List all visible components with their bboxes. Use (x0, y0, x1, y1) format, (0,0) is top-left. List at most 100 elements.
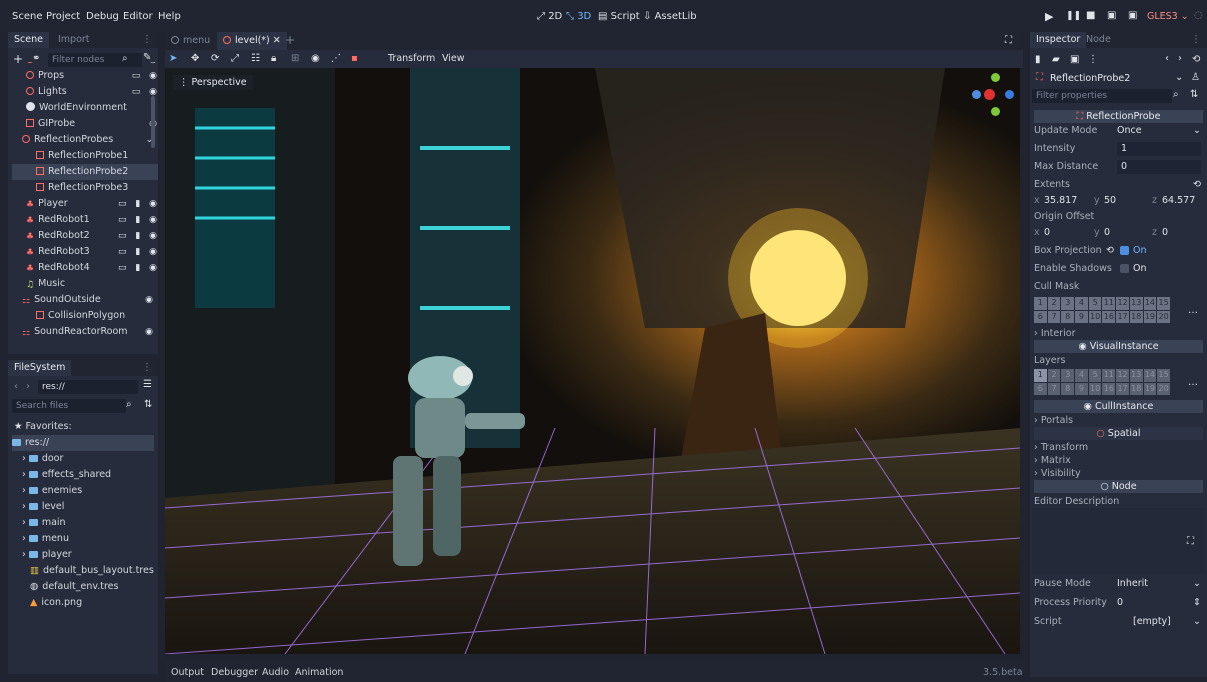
layer-bit[interactable]: 10 (1088, 382, 1102, 395)
back-icon[interactable]: ‹ (14, 381, 18, 392)
visibility-toggle-icon[interactable]: ▭ ▮ ◉ (118, 260, 158, 276)
layer-bit[interactable]: 2 (1047, 369, 1061, 382)
path-field[interactable]: res:// (38, 380, 138, 394)
favorites-item[interactable]: ★ Favorites: (14, 419, 154, 435)
more-icon[interactable]: ⋮ (1088, 54, 1098, 65)
visibility-toggle-icon[interactable]: ▭ ▮ ◉ (118, 244, 158, 260)
enable-shadows-checkbox[interactable] (1120, 264, 1129, 273)
view-menu[interactable]: View (442, 53, 465, 64)
layer-bit[interactable]: 11 (1102, 297, 1116, 310)
renderer-select[interactable]: GLES3 ⌄ (1147, 11, 1189, 22)
layer-bit[interactable]: 9 (1075, 382, 1088, 395)
move-tool-icon[interactable]: ✥ (191, 53, 199, 64)
layer-bit[interactable]: 11 (1102, 369, 1116, 382)
pause-icon[interactable]: ❚❚ (1066, 11, 1081, 21)
matrix-section[interactable]: › Matrix (1034, 455, 1071, 466)
layer-bit[interactable]: 15 (1157, 297, 1170, 310)
layer-bit[interactable]: 8 (1061, 310, 1075, 323)
folder-item[interactable]: › enemies (22, 483, 162, 499)
close-icon[interactable]: ✕ (273, 35, 281, 46)
menu-debug[interactable]: Debug (86, 11, 119, 22)
res-root-item[interactable]: res:// (12, 435, 154, 451)
play-custom-scene-icon[interactable]: ▣ (1128, 10, 1137, 21)
stop-icon[interactable]: ■ (1086, 10, 1095, 21)
interior-section[interactable]: › Interior (1034, 328, 1075, 339)
file-item[interactable]: ▥ default_bus_layout.tres (30, 563, 170, 579)
layer-bit[interactable]: 12 (1116, 297, 1129, 310)
menu-scene[interactable]: Scene (12, 11, 43, 22)
folder-item[interactable]: › main (22, 515, 162, 531)
layer-bit[interactable]: 10 (1088, 310, 1102, 323)
layer-bit[interactable]: 20 (1157, 310, 1170, 323)
menu-help[interactable]: Help (158, 11, 181, 22)
layer-bit[interactable]: 6 (1034, 382, 1047, 395)
play-scene-icon[interactable]: ▣ (1107, 10, 1116, 21)
layer-bit[interactable]: 19 (1143, 382, 1157, 395)
tab-inspector[interactable]: Inspector (1030, 32, 1087, 48)
visibility-toggle-icon[interactable]: ◉ (145, 292, 156, 308)
lock-icon[interactable]: 🔒︎ (271, 53, 276, 64)
layer-bit[interactable]: 17 (1116, 310, 1129, 323)
layer-bit[interactable]: 19 (1143, 310, 1157, 323)
gizmo-x-axis[interactable] (984, 89, 995, 100)
visibility-toggle-icon[interactable]: ▭ ◉ (132, 68, 158, 84)
new-tab-icon[interactable]: + (285, 33, 295, 47)
tree-node[interactable]: Props ▭ ◉ (12, 68, 158, 84)
update-mode-select[interactable]: Once ⌄ (1117, 122, 1201, 140)
layer-bit[interactable]: 7 (1047, 310, 1061, 323)
tree-node[interactable]: ♣ Player ▭ ▮ ◉ (12, 196, 158, 212)
box-projection-checkbox[interactable] (1120, 246, 1129, 255)
folder-item[interactable]: › player (22, 547, 162, 563)
origin-y-field[interactable]: 0 (1104, 224, 1110, 242)
layer-bit[interactable]: 17 (1116, 382, 1129, 395)
mode-3d-button[interactable]: ⤡ 3D (566, 11, 591, 22)
layer-bit[interactable]: 8 (1061, 382, 1075, 395)
new-resource-icon[interactable]: ▮ (1035, 54, 1041, 65)
tree-node[interactable]: ⚏ SoundOutside ◉ (12, 292, 158, 308)
layer-bit[interactable]: 18 (1129, 310, 1143, 323)
layer-bit[interactable]: 16 (1102, 382, 1116, 395)
gizmo-y-axis[interactable] (991, 73, 1000, 82)
property-sort-icon[interactable]: ⇅ (1190, 89, 1198, 100)
node-docs-icon[interactable]: ♙ (1191, 72, 1200, 83)
tree-node[interactable]: ♣ RedRobot2 ▭ ▮ ◉ (12, 228, 158, 244)
layers-menu-icon[interactable]: … (1188, 377, 1198, 388)
visibility-toggle-icon[interactable]: ▭ ▮ ◉ (118, 228, 158, 244)
tree-node[interactable]: ReflectionProbes⌄ (12, 132, 158, 148)
select-tool-icon[interactable]: ➤ (169, 53, 177, 64)
layer-bit[interactable]: 20 (1157, 382, 1170, 395)
file-item[interactable]: ◍ default_env.tres (30, 579, 170, 595)
layer-bit[interactable]: 6 (1034, 310, 1047, 323)
editor-description-field[interactable] (1032, 508, 1204, 574)
distraction-free-icon[interactable]: ⛶ (1005, 35, 1012, 46)
tree-node[interactable]: ⚏ SoundReactorRoom ◉ (12, 324, 158, 340)
tree-node[interactable]: ♫ Music (12, 276, 158, 292)
visibility-toggle-icon[interactable]: ▭ ▮ ◉ (118, 196, 158, 212)
origin-x-field[interactable]: 0 (1044, 224, 1050, 242)
gizmo-z-axis[interactable] (1005, 90, 1014, 99)
layer-bit[interactable]: 13 (1129, 297, 1143, 310)
mode-script-button[interactable]: ▤ Script (598, 11, 640, 22)
tab-import[interactable]: Import (52, 32, 96, 48)
layer-bit[interactable]: 7 (1047, 382, 1061, 395)
layer-bit[interactable]: 1 (1034, 297, 1047, 310)
perspective-menu[interactable]: ⋮ Perspective (173, 75, 253, 90)
history-back-icon[interactable]: ‹ (1165, 53, 1169, 64)
load-resource-icon[interactable]: ▰ (1052, 54, 1060, 65)
transform-section[interactable]: › Transform (1034, 442, 1088, 453)
output-tab[interactable]: Output (171, 667, 204, 678)
folder-item[interactable]: › door (22, 451, 162, 467)
visibility-section[interactable]: › Visibility (1034, 468, 1081, 479)
dock-menu-icon[interactable]: ⋮ (1191, 34, 1201, 45)
play-icon[interactable]: ▶ (1045, 10, 1053, 23)
visibility-toggle-icon[interactable]: ◉ (145, 324, 156, 340)
portals-section[interactable]: › Portals (1034, 415, 1073, 426)
tree-node[interactable]: ReflectionProbe3◉ (12, 180, 158, 196)
layer-bit[interactable]: 16 (1102, 310, 1116, 323)
cull-mask-grid[interactable]: 1 2 3 4 5 11 12 13 14 15 6 7 8 9 10 16 17 18 19 20 (1034, 297, 1170, 323)
search-files-input[interactable]: Search files (12, 399, 126, 413)
list-select-icon[interactable]: ☷ (251, 53, 260, 64)
tab-scene[interactable]: Scene (8, 32, 49, 48)
tree-node[interactable]: Lights ▭ ◉ (12, 84, 158, 100)
tree-node[interactable]: ♣ RedRobot4 ▭ ▮ ◉ (12, 260, 158, 276)
